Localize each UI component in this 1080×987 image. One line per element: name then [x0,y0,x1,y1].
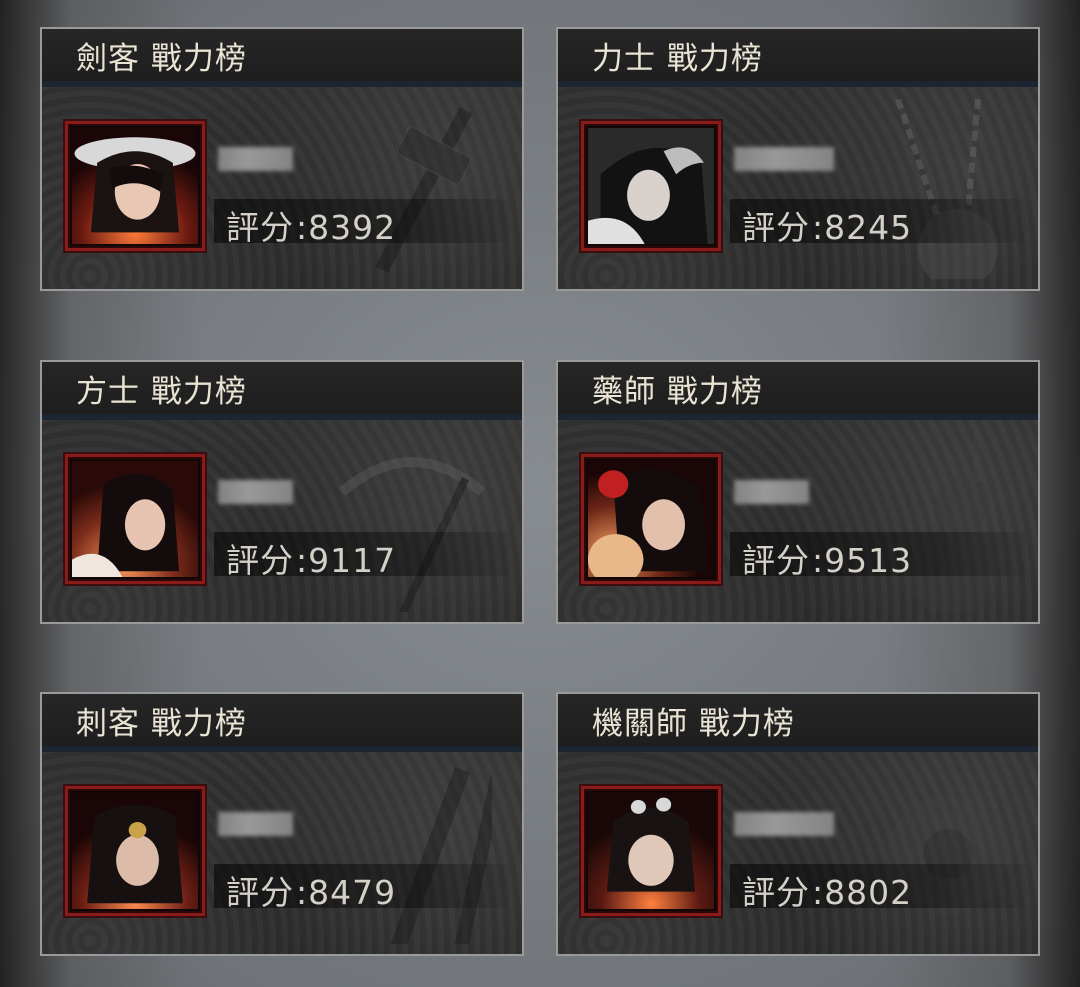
score-value: :8802 [812,873,913,912]
portrait-frame [65,121,205,251]
score: 評分:9513 [742,534,912,582]
gear-icon [888,794,1008,914]
card-header: 藥師 戰力榜 [558,362,1038,420]
card-title: 刺客 戰力榜 [76,705,247,742]
staff-icon [338,457,486,612]
engineer-portrait-icon [588,793,714,909]
leaderboard-card-mage[interactable]: 方士 戰力榜 評分:9117 [40,360,524,624]
score: 評分:9117 [226,534,396,582]
score-value: :8245 [812,208,913,247]
warrior-portrait-icon [588,128,714,244]
score-value: :9117 [296,541,397,580]
card-header: 機關師 戰力榜 [558,694,1038,752]
leaderboard-card-warrior[interactable]: 力士 戰力榜 評分:8245 [556,27,1040,291]
player-name-redacted [734,480,809,504]
player-name-redacted [734,812,834,836]
score: 評分:8479 [226,866,396,914]
portrait-frame [581,454,721,584]
score-label: 評分 [226,541,294,580]
score-label: 評分 [226,208,294,247]
portrait-frame [65,454,205,584]
card-title: 力士 戰力榜 [592,40,763,77]
sword-icon [375,107,473,273]
card-header: 方士 戰力榜 [42,362,522,420]
card-title: 藥師 戰力榜 [592,373,763,410]
leaderboard-card-engineer[interactable]: 機關師 戰力榜 評分:8802 [556,692,1040,956]
swordsman-portrait-icon [72,128,198,244]
portrait-frame [65,786,205,916]
score-value: :9513 [812,541,913,580]
score-label: 評分 [226,873,294,912]
player-name-redacted [734,147,834,171]
score-label: 評分 [742,208,810,247]
mace-icon [895,99,998,279]
assassin-portrait-icon [72,793,198,909]
card-header: 劍客 戰力榜 [42,29,522,87]
leaderboard-card-assassin[interactable]: 刺客 戰力榜 評分:8479 [40,692,524,956]
score-value: :8479 [296,873,397,912]
score-label: 評分 [742,541,810,580]
score: 評分:8392 [226,201,396,249]
portrait-frame [581,786,721,916]
mage-portrait-icon [72,461,198,577]
score-label: 評分 [742,873,810,912]
portrait-frame [581,121,721,251]
card-header: 刺客 戰力榜 [42,694,522,752]
leaderboard-card-healer[interactable]: 藥師 戰力榜 評分:9513 [556,360,1040,624]
card-title: 方士 戰力榜 [76,373,247,410]
player-name-redacted [218,480,293,504]
dagger-icon [389,766,492,944]
score-value: :8392 [296,208,397,247]
player-name-redacted [218,147,293,171]
healer-portrait-icon [588,461,714,577]
card-header: 力士 戰力榜 [558,29,1038,87]
player-name-redacted [218,812,293,836]
score: 評分:8802 [742,866,912,914]
score: 評分:8245 [742,201,912,249]
gourd-icon [908,432,998,612]
card-title: 機關師 戰力榜 [592,705,795,742]
card-title: 劍客 戰力榜 [76,40,247,77]
leaderboard-card-swordsman[interactable]: 劍客 戰力榜 評分:8392 [40,27,524,291]
